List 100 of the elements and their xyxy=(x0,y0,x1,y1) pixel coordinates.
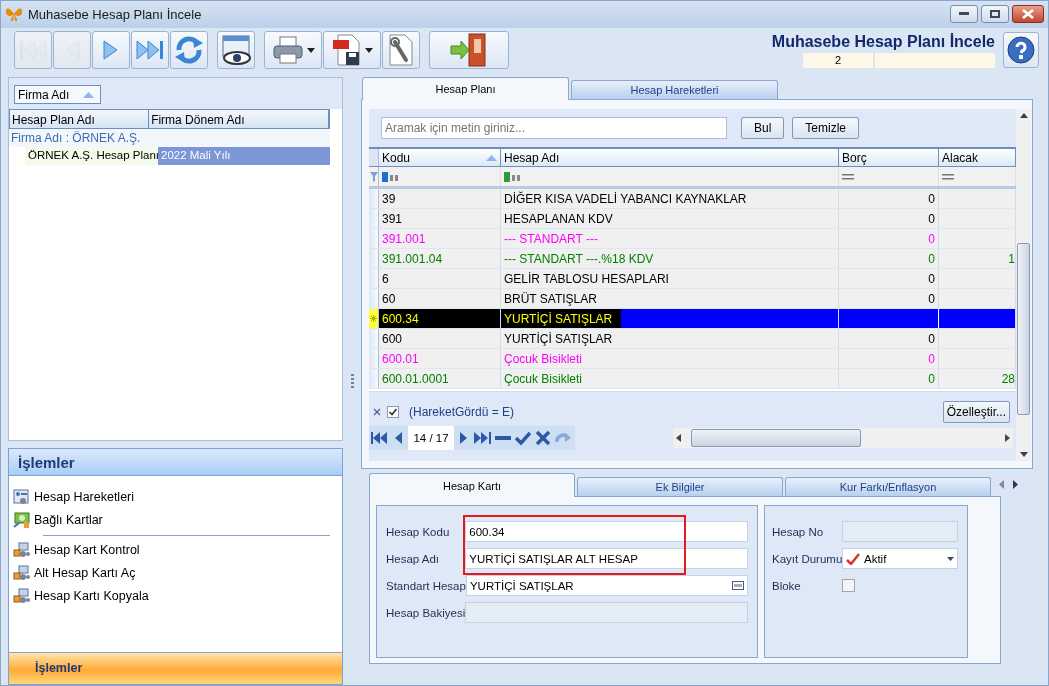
row-indicator[interactable] xyxy=(369,329,379,348)
search-action-button[interactable]: Temizle xyxy=(792,117,860,139)
scrollbar-thumb[interactable] xyxy=(1017,243,1030,415)
next-toolbar-button[interactable] xyxy=(92,31,130,70)
pdf-toolbar-button[interactable] xyxy=(323,31,381,70)
money-icon xyxy=(13,512,30,529)
column-header[interactable]: Hesap Plan Adı xyxy=(10,110,150,128)
table-cell[interactable]: 0 xyxy=(839,209,939,228)
task-link[interactable]: Bağlı Kartlar xyxy=(13,508,107,532)
panel-footer-button[interactable]: İşlemler xyxy=(9,652,342,684)
refresh-toolbar-button[interactable] xyxy=(170,31,208,70)
table-cell[interactable]: ÖRNEK A.Ş. Hesap Planı xyxy=(25,147,158,165)
first-record-icon[interactable] xyxy=(371,430,388,446)
tab[interactable]: Hesap Hareketleri xyxy=(571,80,778,99)
row-indicator[interactable] xyxy=(369,209,379,228)
splitter-grip-icon[interactable] xyxy=(350,374,354,388)
input-field[interactable]: 600.34 xyxy=(465,521,748,542)
table-cell[interactable]: GELİR TABLOSU HESAPLARI xyxy=(501,269,839,288)
table-cell[interactable]: 0 xyxy=(839,289,939,308)
cancel-icon[interactable] xyxy=(535,430,551,446)
group-row[interactable]: Firma Adı : ÖRNEK A.Ş. xyxy=(9,129,330,147)
scrollbar-thumb[interactable] xyxy=(691,429,861,447)
tab[interactable]: Hesap Planı xyxy=(362,77,569,100)
customize-button[interactable]: Özelleştir... xyxy=(942,401,1010,423)
table-cell[interactable]: DİĞER KISA VADELİ YABANCI KAYNAKLAR xyxy=(501,189,839,208)
table-cell[interactable]: 0 xyxy=(839,189,939,208)
exit-door-icon xyxy=(449,33,489,68)
tools-toolbar-button[interactable] xyxy=(382,31,420,70)
filter-checkbox[interactable] xyxy=(387,406,399,418)
caret-icon xyxy=(364,47,373,53)
column-header[interactable]: Kodu xyxy=(379,149,501,166)
table-cell[interactable]: 0 xyxy=(839,249,939,268)
equals-filter-icon[interactable] xyxy=(842,172,854,181)
checkbox[interactable] xyxy=(842,579,855,592)
table-cell[interactable]: 600.34 xyxy=(379,309,501,328)
row-indicator[interactable] xyxy=(369,309,379,328)
equals-filter-icon[interactable] xyxy=(942,172,954,181)
group-by-chip[interactable]: Firma Adı xyxy=(14,85,102,104)
column-header[interactable]: Firma Dönem Adı xyxy=(149,110,329,128)
row-indicator[interactable] xyxy=(369,369,379,388)
field-label: Bloke xyxy=(772,579,802,592)
column-header[interactable]: Borç xyxy=(839,149,939,166)
table-cell[interactable]: 600.01.0001 xyxy=(379,369,501,388)
sort-ascending-icon xyxy=(486,154,497,161)
text-filter-icon[interactable] xyxy=(504,170,522,183)
table-cell[interactable]: 0 xyxy=(839,369,939,388)
lookup-field[interactable]: YURTİÇİ SATIŞLAR xyxy=(465,575,748,596)
search-field[interactable]: Aramak için metin giriniz... xyxy=(381,117,727,139)
tab[interactable]: Kur Farkı/Enflasyon xyxy=(785,477,991,496)
help-button[interactable] xyxy=(1003,32,1039,69)
table-cell[interactable]: --- STANDART ---.%18 KDV xyxy=(501,249,839,268)
record-position: 14 / 17 xyxy=(408,426,454,450)
last-record-icon[interactable] xyxy=(474,430,491,446)
table-cell[interactable]: 39 xyxy=(379,189,501,208)
text-filter-icon[interactable] xyxy=(382,170,400,183)
table-cell[interactable]: Çocuk Bisikleti xyxy=(501,369,839,388)
clear-filter-icon[interactable] xyxy=(373,408,381,416)
confirm-check-icon[interactable] xyxy=(515,430,531,446)
field-label: Hesap No xyxy=(772,525,825,538)
task-link[interactable]: Hesap Kartı Kopyala xyxy=(13,584,153,608)
row-indicator[interactable] xyxy=(369,229,379,248)
tab[interactable]: Hesap Kartı xyxy=(369,473,575,497)
table-cell[interactable]: YURTİÇİ SATIŞLAR xyxy=(501,309,839,328)
row-indicator[interactable] xyxy=(369,349,379,368)
table-cell[interactable]: 6 xyxy=(379,269,501,288)
column-header[interactable]: Hesap Adı xyxy=(501,149,839,166)
search-action-button[interactable]: Bul xyxy=(741,117,785,139)
filter-expression[interactable]: (HareketGördü = E) xyxy=(409,405,515,419)
table-cell[interactable]: BRÜT SATIŞLAR xyxy=(501,289,839,308)
minimize-button[interactable] xyxy=(950,5,978,24)
scroll-right-icon[interactable] xyxy=(1013,479,1019,489)
table-cell[interactable]: 600 xyxy=(379,329,501,348)
table-cell[interactable]: 60 xyxy=(379,289,501,308)
table-cell[interactable]: YURTİÇİ SATIŞLAR xyxy=(501,329,839,348)
row-indicator[interactable] xyxy=(369,189,379,208)
table-cell[interactable]: 0 xyxy=(839,269,939,288)
lookup-icon[interactable] xyxy=(732,581,744,590)
close-button[interactable] xyxy=(1012,5,1044,24)
table-cell[interactable]: 391 xyxy=(379,209,501,228)
maximize-button[interactable] xyxy=(981,5,1009,24)
row-indicator[interactable] xyxy=(369,249,379,268)
preview-toolbar-button[interactable] xyxy=(217,31,255,70)
table-cell[interactable]: 0 xyxy=(839,329,939,348)
task-link[interactable]: Hesap Hareketleri xyxy=(13,485,139,509)
table-cell[interactable]: HESAPLANAN KDV xyxy=(501,209,839,228)
status-dropdown[interactable]: Aktif xyxy=(842,548,958,569)
vertical-scrollbar[interactable] xyxy=(1016,109,1031,461)
row-indicator[interactable] xyxy=(369,289,379,308)
print-toolbar-button[interactable] xyxy=(264,31,322,70)
exit-toolbar-button[interactable] xyxy=(429,31,509,70)
row-indicator[interactable] xyxy=(369,269,379,288)
table-cell[interactable] xyxy=(939,309,1016,328)
tab[interactable]: Ek Bilgiler xyxy=(577,477,783,496)
task-link[interactable]: Alt Hesap Kartı Aç xyxy=(13,561,140,585)
input-field[interactable]: YURTİÇİ SATIŞLAR ALT HESAP xyxy=(465,548,748,569)
help-icon xyxy=(1007,36,1035,65)
table-cell[interactable]: 391.001.04 xyxy=(379,249,501,268)
task-link[interactable]: Hesap Kart Kontrol xyxy=(13,538,144,562)
last-toolbar-button[interactable] xyxy=(131,31,169,70)
horizontal-scrollbar[interactable] xyxy=(673,428,1013,448)
